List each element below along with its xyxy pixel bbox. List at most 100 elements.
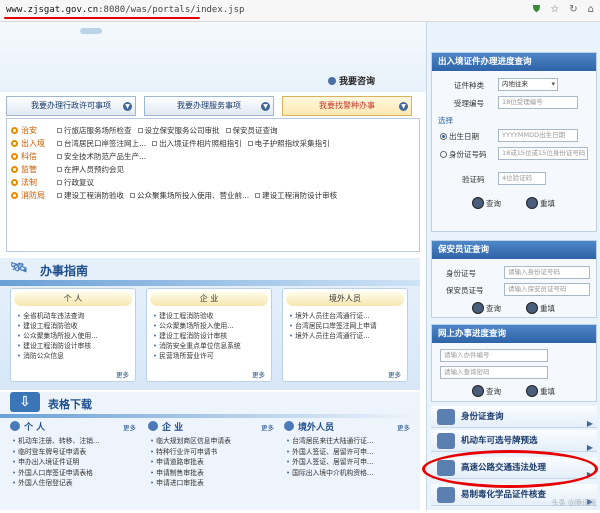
cert-label: 保安员证号 — [446, 286, 484, 295]
browser-address-bar[interactable]: www.zjsgat.gov.cn:8080/was/portals/index… — [0, 0, 600, 22]
quick-link-plate-select[interactable]: 机动车可选号牌预选 ▶ — [431, 430, 597, 452]
captcha-input[interactable]: 4位验证码 — [498, 172, 546, 185]
cert-input[interactable]: 请输入保安员证号码 — [504, 283, 590, 296]
service-link[interactable]: 设立保安服务公司审批 — [137, 125, 220, 137]
home-icon[interactable]: ⌂ — [588, 4, 594, 15]
more-link[interactable]: 更多 — [116, 369, 129, 379]
guide-link[interactable]: 消防公众信息 — [17, 351, 129, 361]
form-link[interactable]: 申请道路审批表 — [150, 457, 274, 468]
reset-button[interactable]: 重填 — [526, 385, 555, 399]
query-button[interactable]: 查询 — [472, 197, 501, 211]
guide-link[interactable]: 建设工程消防验收 — [153, 311, 265, 321]
forms-col-header: 境外人员 — [282, 420, 414, 433]
guide-link[interactable]: 消防安全重点单位信息系统 — [153, 341, 265, 351]
accept-number-label: 受理编号 — [454, 99, 484, 108]
right-sidebar: 出入境证件办理进度查询 证件种类 内地往来 受理编号 18位受理编号 选择 出生… — [426, 22, 600, 510]
category-item[interactable]: 监管 — [11, 164, 37, 176]
birth-date-input[interactable]: YYYYMMDD出生日期 — [498, 129, 578, 142]
category-item[interactable]: 出入境 — [11, 138, 45, 150]
shield-icon[interactable]: ⛊ — [533, 4, 541, 15]
guide-link[interactable]: 境外人员往台湾通行证... — [289, 331, 401, 341]
form-link[interactable]: 特种行业许可申请书 — [150, 447, 274, 458]
query-button[interactable]: 查询 — [472, 302, 501, 316]
guide-link[interactable]: 建设工程消防设计审核 — [153, 331, 265, 341]
star-icon[interactable]: ☆ — [550, 4, 559, 15]
cert-type-select[interactable]: 内地往来 — [498, 78, 558, 91]
more-link[interactable]: 更多 — [123, 422, 136, 432]
panel-title: 网上办事进度查询 — [432, 325, 596, 343]
choose-label: 选择 — [438, 116, 453, 125]
form-link[interactable]: 外国人口岸签证申请表格 — [12, 468, 136, 479]
id-number-input[interactable]: 18或15位或15位身份证号码 — [498, 147, 588, 160]
category-item[interactable]: 科信 — [11, 151, 37, 163]
service-link[interactable]: 建设工程消防验收 — [57, 190, 124, 202]
more-link[interactable]: 更多 — [252, 369, 265, 379]
quick-link-id-query[interactable]: 身份证查询 ▶ — [431, 406, 597, 428]
query-password-input[interactable]: 请输入查询密码 — [440, 366, 548, 379]
guide-box-header: 境外人员 — [286, 292, 404, 306]
case-number-input[interactable]: 请输入办件编号 — [440, 349, 548, 362]
reset-icon — [526, 197, 538, 209]
service-link[interactable]: 行旅店服务场所检查 — [57, 125, 132, 137]
query-button[interactable]: 查询 — [472, 385, 501, 399]
service-link[interactable]: 公众聚集场所投入使用、营业前... — [130, 190, 249, 202]
category-item[interactable]: 法制 — [11, 177, 37, 189]
address-url[interactable]: www.zjsgat.gov.cn:8080/was/portals/index… — [6, 5, 244, 15]
category-item[interactable]: 消防局 — [11, 190, 45, 202]
reset-button[interactable]: 重填 — [526, 197, 555, 211]
browser-toolbar-icons: ⛊ ☆ ↻ ⌂ — [533, 4, 594, 15]
service-link[interactable]: 行政复议 — [57, 177, 94, 189]
reset-button[interactable]: 重填 — [526, 302, 555, 316]
form-link[interactable]: 台湾居民来往大陆通行证... — [286, 436, 410, 447]
service-link[interactable]: 建设工程消防设计审核 — [255, 190, 337, 202]
guide-link[interactable]: 台湾居民口岸签注网上申请 — [289, 321, 401, 331]
form-link[interactable]: 外国人签证、居留许可申... — [286, 457, 410, 468]
cert-type-label: 证件种类 — [454, 81, 484, 90]
service-row: 安全技术防范产品生产... — [57, 151, 152, 163]
forms-col-header: 企 业 — [146, 420, 278, 433]
guide-link[interactable]: 民营场所营业许可 — [153, 351, 265, 361]
guide-link[interactable]: 境外人员往台湾通行证... — [289, 311, 401, 321]
tab-service[interactable]: 我要办理服务事项 ▼ — [144, 96, 274, 116]
guide-link[interactable]: 建设工程消防验收 — [17, 321, 129, 331]
category-item[interactable]: 治安 — [11, 125, 37, 137]
form-link[interactable]: 机动车注册、转移、注销... — [12, 436, 136, 447]
form-link[interactable]: 申办出入境证件证明 — [12, 457, 136, 468]
service-link[interactable]: 台湾居民口岸签注网上... — [57, 138, 146, 150]
birth-radio[interactable]: 出生日期 — [440, 131, 479, 142]
form-link[interactable]: 申请进口审批表 — [150, 478, 274, 489]
refresh-icon[interactable]: ↻ — [569, 4, 577, 15]
id-input[interactable]: 请输入身份证号码 — [504, 266, 590, 279]
form-link[interactable]: 国际出入境中介机构资格... — [286, 468, 410, 479]
service-link[interactable]: 安全技术防范产品生产... — [57, 151, 146, 163]
accept-number-input[interactable]: 18位受理编号 — [498, 96, 578, 109]
tab-police[interactable]: 我要找警种办事 ▼ — [282, 96, 412, 116]
person-icon — [10, 421, 20, 431]
chevron-down-icon: ▼ — [399, 102, 408, 111]
id-radio[interactable]: 身份证号码 — [440, 149, 487, 160]
service-row: 行政复议 — [57, 177, 100, 189]
more-link[interactable]: 更多 — [261, 422, 274, 432]
chevron-down-icon: ▼ — [261, 102, 270, 111]
service-row: 建设工程消防验收 公众聚集场所投入使用、营业前... 建设工程消防设计审核 — [57, 190, 343, 202]
service-link[interactable]: 在押人员预约会见 — [57, 164, 124, 176]
guide-box-enterprise: 企 业 建设工程消防验收 公众聚集场所投入使用... 建设工程消防设计审核 消防… — [146, 288, 272, 382]
consult-link[interactable]: 我要咨询 — [328, 74, 375, 87]
more-link[interactable]: 更多 — [397, 422, 410, 432]
more-link[interactable]: 更多 — [388, 369, 401, 379]
service-link[interactable]: 电子护照指纹采集指引 — [247, 138, 330, 150]
service-row: 在押人员预约会见 — [57, 164, 130, 176]
form-link[interactable]: 申请制售审批表 — [150, 468, 274, 479]
guide-link[interactable]: 公众聚集场所投入使用... — [153, 321, 265, 331]
form-link[interactable]: 外国人签证、居留许可申... — [286, 447, 410, 458]
guide-link[interactable]: 全省机动车违法查询 — [17, 311, 129, 321]
form-link[interactable]: 临大规划商区信息申请表 — [150, 436, 274, 447]
forms-title: ⇩ 表格下载 — [10, 392, 92, 412]
form-link[interactable]: 临时登车牌号证申请表 — [12, 447, 136, 458]
guide-link[interactable]: 建设工程消防设计审核 — [17, 341, 129, 351]
service-link[interactable]: 保安员证查询 — [225, 125, 278, 137]
form-link[interactable]: 外国人住宿登记表 — [12, 478, 136, 489]
tab-permit[interactable]: 我要办理行政许可事项 ▼ — [6, 96, 136, 116]
service-link[interactable]: 出入境证件相片照相指引 — [152, 138, 242, 150]
guide-link[interactable]: 公众聚集场所投入使用... — [17, 331, 129, 341]
